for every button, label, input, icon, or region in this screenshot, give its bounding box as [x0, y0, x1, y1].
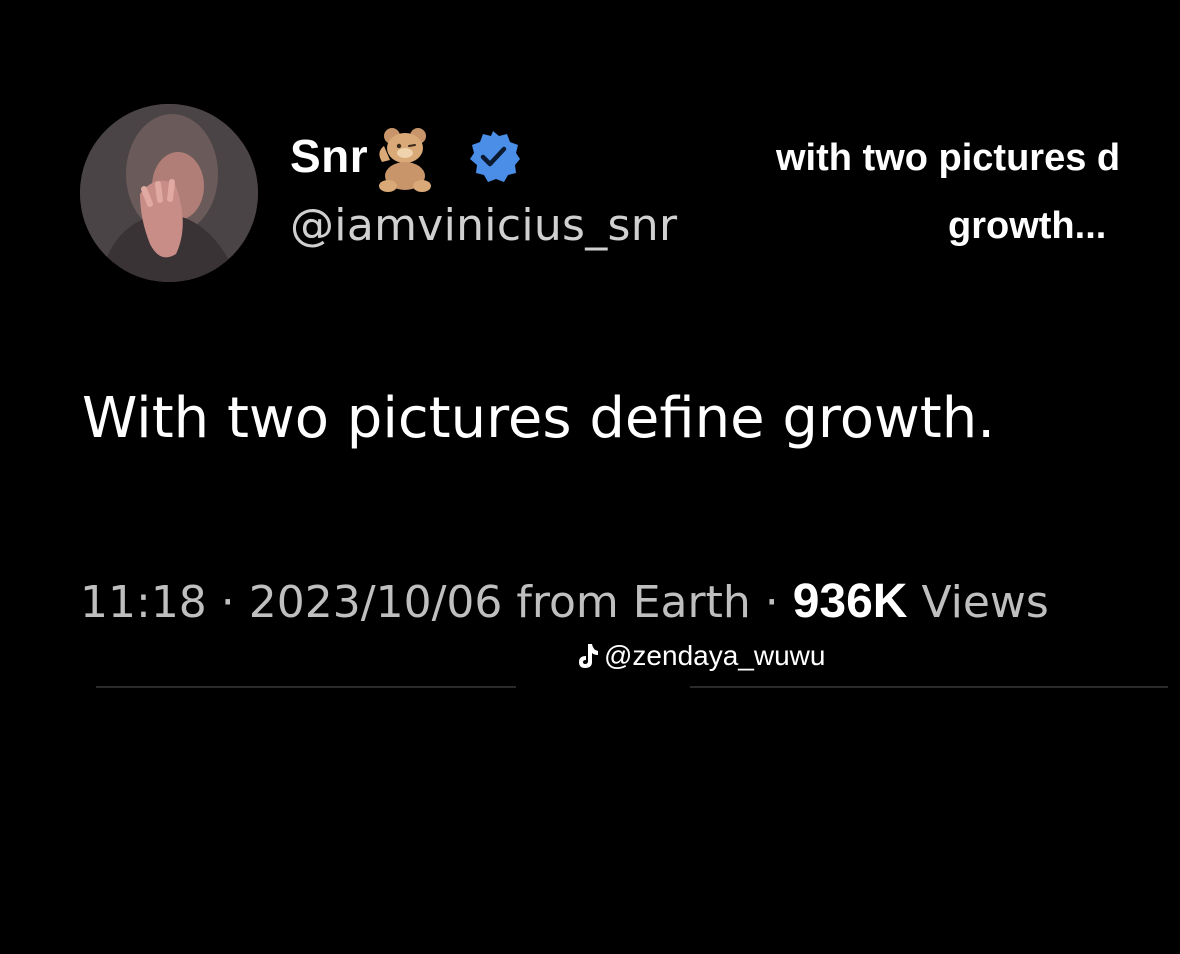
overlay-caption-line1: with two pictures d [776, 137, 1121, 179]
divider [96, 686, 516, 688]
avatar-image [80, 104, 258, 282]
teddy-bear-icon [379, 128, 432, 192]
overlay-caption: with two pictures d growth... [776, 124, 1180, 260]
tweet-source: from Earth [502, 577, 751, 628]
divider [690, 686, 1168, 688]
display-name[interactable]: Snr [290, 129, 368, 183]
views-count[interactable]: 936K [793, 575, 908, 628]
tiktok-watermark: @zendaya_wuwu [574, 640, 825, 672]
verified-badge-icon [470, 131, 521, 182]
avatar[interactable] [80, 104, 258, 282]
tweet-time[interactable]: 11:18 [80, 577, 207, 628]
meta-separator: · [206, 577, 249, 628]
watermark-handle: @zendaya_wuwu [604, 640, 826, 671]
tweet-meta: 11:18 · 2023/10/06 from Earth · 936K Vie… [80, 574, 1180, 629]
author-name-row[interactable]: Snr [290, 120, 521, 192]
tweet-text: With two pictures define growth. [82, 386, 996, 451]
views-label: Views [907, 577, 1049, 628]
author-handle[interactable]: @iamvinicius_snr [290, 200, 677, 251]
tiktok-icon [579, 644, 598, 668]
overlay-caption-line2: growth... [948, 205, 1107, 247]
tweet-date[interactable]: 2023/10/06 [249, 577, 503, 628]
meta-separator: · [750, 577, 793, 628]
